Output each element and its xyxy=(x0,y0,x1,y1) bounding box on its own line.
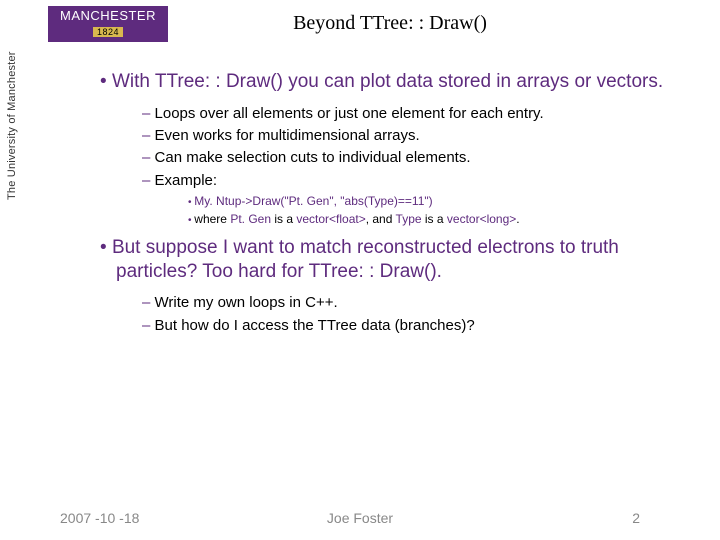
bullet-level2: Example: xyxy=(48,171,690,191)
bullet-level1: But suppose I want to match reconstructe… xyxy=(48,236,690,284)
bullet-level2: But how do I access the TTree data (bran… xyxy=(48,316,690,336)
bullet-level2: Even works for multidimensional arrays. xyxy=(48,126,690,146)
slide-body: With TTree: : Draw() you can plot data s… xyxy=(48,70,690,338)
bullet-level3: My. Ntup->Draw("Pt. Gen", "abs(Type)==11… xyxy=(48,193,690,210)
bullet-level3: where Pt. Gen is a vector<float>, and Ty… xyxy=(48,211,690,228)
code-example: My. Ntup->Draw("Pt. Gen", "abs(Type)==11… xyxy=(194,194,432,208)
footer-page-number: 2 xyxy=(632,510,640,526)
bullet-level1: With TTree: : Draw() you can plot data s… xyxy=(48,70,690,94)
bullet-level2: Write my own loops in C++. xyxy=(48,293,690,313)
footer-author: Joe Foster xyxy=(0,510,720,526)
slide-title: Beyond TTree: : Draw() xyxy=(0,12,720,35)
bullet-level2: Loops over all elements or just one elem… xyxy=(48,104,690,124)
bullet-level2: Can make selection cuts to individual el… xyxy=(48,148,690,168)
logo-subtitle: The University of Manchester xyxy=(6,51,18,200)
